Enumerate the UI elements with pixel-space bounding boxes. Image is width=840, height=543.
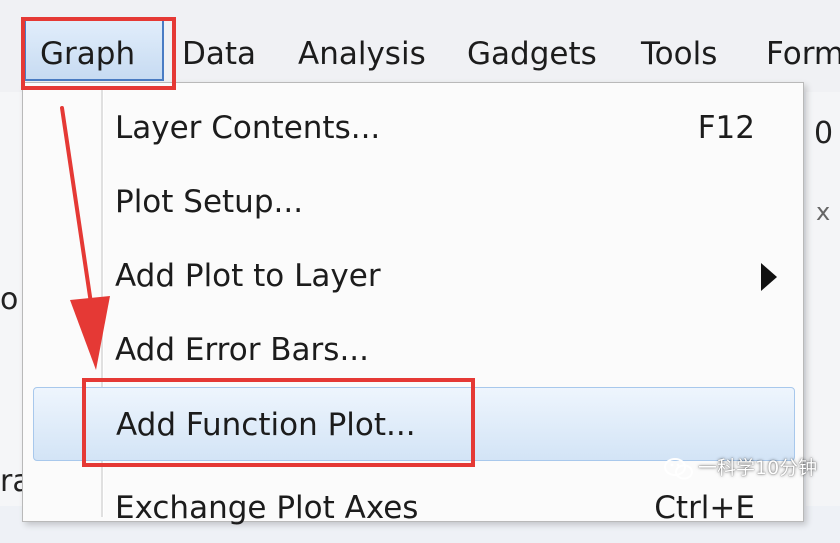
menu-item-label: Plot Setup... (115, 184, 304, 220)
red-down-arrow-icon (60, 106, 110, 370)
menu-tools[interactable]: Tools (641, 30, 717, 78)
menu-item-layer-contents[interactable]: Layer Contents... F12 (33, 93, 795, 163)
background-app-left-edge: o ra (0, 92, 31, 506)
menu-analysis[interactable]: Analysis (298, 30, 426, 78)
menu-item-shortcut: F12 (697, 110, 755, 146)
menu-item-label: Layer Contents... (115, 110, 381, 146)
menu-item-label: Add Plot to Layer (115, 258, 381, 294)
menu-item-add-error-bars[interactable]: Add Error Bars... (33, 315, 795, 385)
menu-data[interactable]: Data (182, 30, 256, 78)
background-text: o (0, 282, 19, 317)
menu-format[interactable]: Form (766, 30, 840, 78)
annotation-box-function-plot (82, 378, 475, 467)
menu-item-plot-setup[interactable]: Plot Setup... (33, 167, 795, 237)
menu-gadgets[interactable]: Gadgets (467, 30, 597, 78)
annotation-box-graph (21, 17, 176, 90)
watermark-text: 一科学10分钟 (698, 457, 818, 479)
watermark: 一科学10分钟 (664, 452, 817, 484)
menu-item-add-plot-to-layer[interactable]: Add Plot to Layer (33, 241, 795, 311)
background-text: 0 (814, 116, 834, 151)
background-text: x (816, 198, 831, 226)
menu-item-label: Exchange Plot Axes (115, 490, 419, 526)
menu-item-label: Add Error Bars... (115, 332, 370, 368)
submenu-arrow-icon (761, 263, 777, 291)
wechat-icon (664, 457, 693, 479)
background-app-right-edge: 0 x (806, 92, 840, 506)
